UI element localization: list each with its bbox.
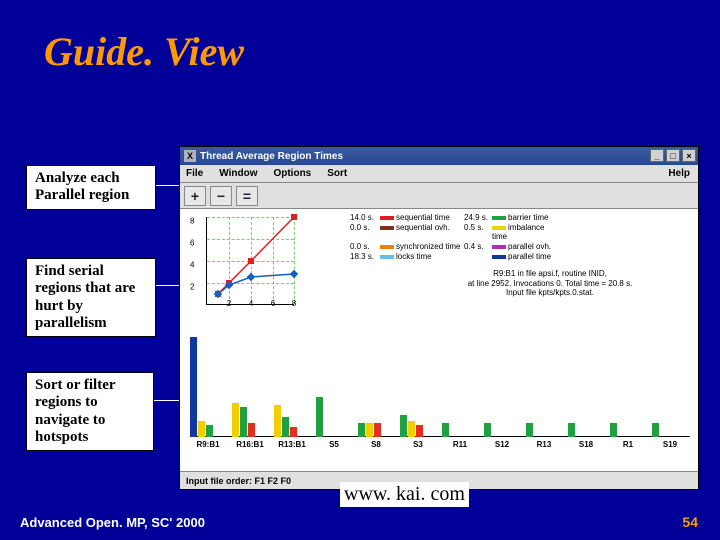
menu-sort[interactable]: Sort [327, 168, 347, 179]
legend-name: barrier time [492, 213, 552, 222]
legend-value: 24.9 s. [464, 213, 492, 222]
bar [274, 405, 281, 437]
legend-name: parallel time [492, 252, 552, 261]
bar [232, 403, 239, 437]
minimize-button[interactable]: _ [650, 149, 664, 162]
menu-window[interactable]: Window [219, 168, 257, 179]
zoom-in-button[interactable]: + [184, 186, 206, 206]
bar-label: R9:B1 [188, 440, 228, 449]
legend-value: 0.4 s. [464, 242, 492, 251]
legend-value: 18.3 s. [350, 252, 380, 261]
ytick: 2 [190, 283, 194, 292]
data-point [248, 258, 254, 264]
region-barchart: R9:B1R16:B1R13:B1S5S8S3R11S12R13S18R1S19 [190, 329, 690, 447]
callout-serial: Find serial regions that are hurt by par… [26, 258, 156, 337]
bar [240, 407, 247, 437]
bar [652, 423, 659, 437]
legend-value: 0.0 s. [350, 242, 380, 251]
bar-label: S8 [356, 440, 396, 449]
bar-label: S5 [314, 440, 354, 449]
menubar: File Window Options Sort Help [180, 165, 698, 183]
bar [206, 425, 213, 437]
bar [568, 423, 575, 437]
toolbar: + − = [180, 183, 698, 209]
xtick: 8 [292, 299, 296, 308]
legend-value: 14.0 s. [350, 213, 380, 222]
plot-area: 2 4 6 8 [206, 217, 294, 305]
bar-label: S19 [650, 440, 690, 449]
region-description: R9:B1 in file apsi.f, routine INID, at l… [410, 269, 690, 298]
bar [198, 421, 205, 437]
ytick: 6 [190, 239, 194, 248]
bar-label: S18 [566, 440, 606, 449]
legend-name: synchronized time [380, 242, 464, 251]
xtick: 6 [271, 299, 275, 308]
callout-sort: Sort or filter regions to navigate to ho… [26, 372, 154, 451]
legend-value [464, 252, 492, 261]
bar [610, 423, 617, 437]
maximize-button[interactable]: □ [666, 149, 680, 162]
bar-label: S12 [482, 440, 522, 449]
bar [416, 425, 423, 437]
bar [358, 423, 365, 437]
bar [316, 397, 323, 437]
guideview-window: X Thread Average Region Times _ □ × File… [179, 146, 699, 490]
ytick: 4 [190, 261, 194, 270]
xtick: 4 [249, 299, 253, 308]
url-text: www. kai. com [340, 482, 469, 507]
slide-title: Guide. View [44, 28, 244, 75]
legend-name: sequential time [380, 213, 464, 222]
bar [400, 415, 407, 437]
legend-name: parallel ovh. [492, 242, 552, 251]
bar [442, 423, 449, 437]
content-area: 8 6 4 2 2 4 [180, 209, 698, 471]
bar [248, 423, 255, 437]
bar-label: R13:B1 [272, 440, 312, 449]
window-title: Thread Average Region Times [200, 151, 343, 162]
page-number: 54 [682, 514, 698, 530]
titlebar[interactable]: X Thread Average Region Times _ □ × [180, 147, 698, 165]
legend-value: 0.0 s. [350, 223, 380, 241]
zoom-fit-button[interactable]: = [236, 186, 258, 206]
legend-name: imbalance time [492, 223, 552, 241]
bar [290, 427, 297, 437]
legend: 14.0 s. sequential time 24.9 s. barrier … [350, 213, 552, 261]
xtick: 2 [227, 299, 231, 308]
zoom-out-button[interactable]: − [210, 186, 232, 206]
bar-label: R11 [440, 440, 480, 449]
bar-label: R16:B1 [230, 440, 270, 449]
close-button[interactable]: × [682, 149, 696, 162]
ytick: 8 [190, 217, 194, 226]
bar [282, 417, 289, 437]
footer-left: Advanced Open. MP, SC' 2000 [20, 515, 205, 530]
menu-help[interactable]: Help [668, 168, 690, 179]
bar [366, 423, 373, 437]
legend-value: 0.5 s. [464, 223, 492, 241]
bar [374, 423, 381, 437]
data-point [291, 214, 297, 220]
bar [526, 423, 533, 437]
callout-analyze: Analyze each Parallel region [26, 165, 156, 210]
bar-label: R13 [524, 440, 564, 449]
bar [190, 337, 197, 437]
bar-label: R1 [608, 440, 648, 449]
menu-file[interactable]: File [186, 168, 203, 179]
scaling-chart: 8 6 4 2 2 4 [190, 211, 300, 319]
legend-name: locks time [380, 252, 464, 261]
bar-label: S3 [398, 440, 438, 449]
legend-name: sequential ovh. [380, 223, 464, 241]
bar [408, 421, 415, 437]
xlogo-icon: X [184, 150, 196, 162]
menu-options[interactable]: Options [273, 168, 311, 179]
bar [484, 423, 491, 437]
